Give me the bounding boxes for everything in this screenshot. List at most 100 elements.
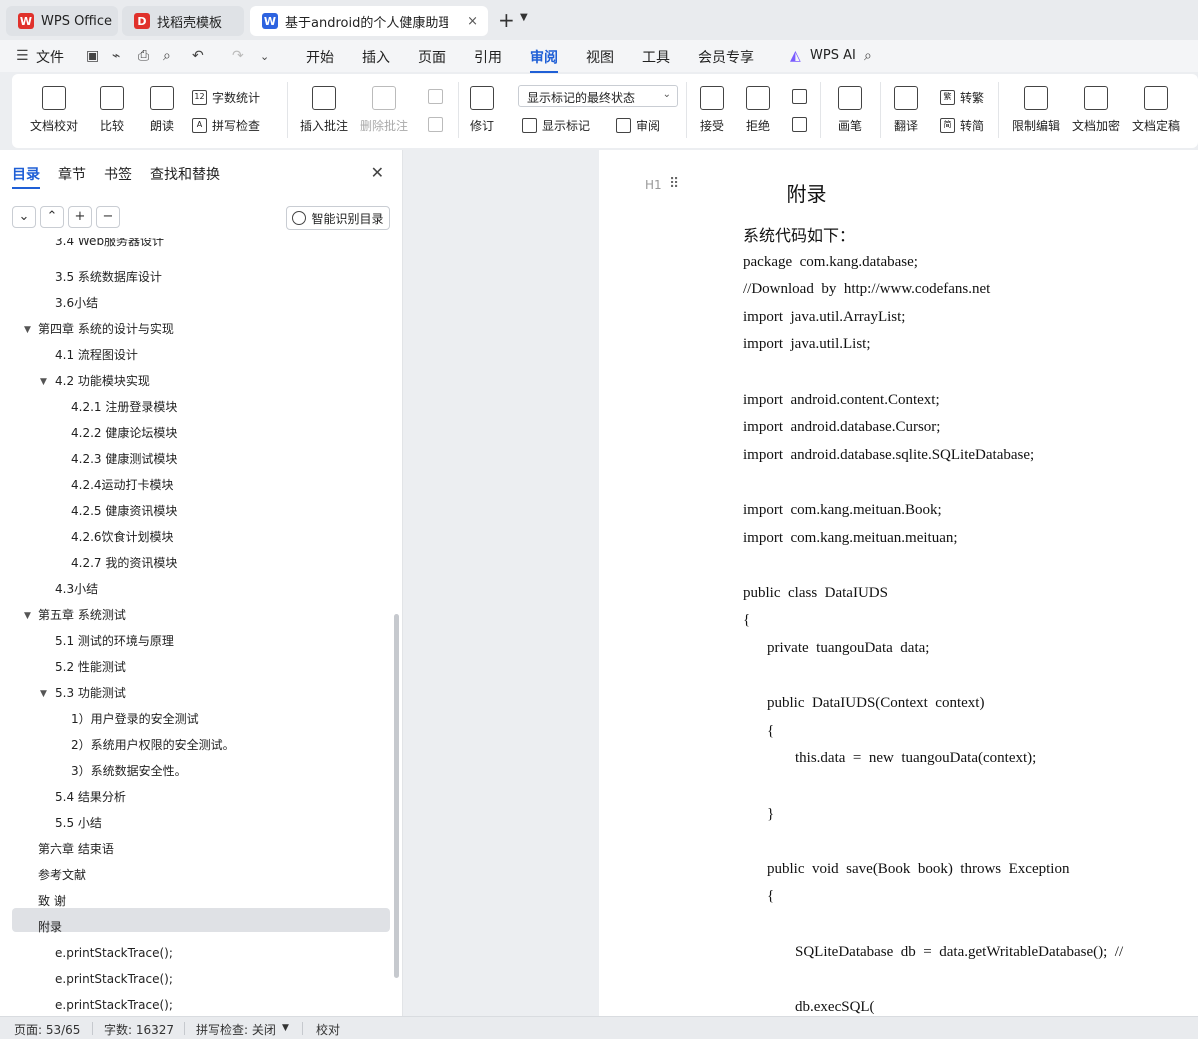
toc-item[interactable]: 2）系统用户权限的安全测试。 (71, 737, 235, 753)
toc-item[interactable]: 4.2.7 我的资讯模块 (71, 555, 177, 571)
toc-item[interactable]: 5.4 结果分析 (55, 789, 126, 805)
accept-button[interactable]: 接受 (700, 86, 724, 134)
tab-find-replace[interactable]: 查找和替换 (150, 164, 220, 184)
toc-item[interactable]: 3.4 Web服务器设计 (55, 238, 164, 248)
toc-scrollbar[interactable] (394, 614, 399, 978)
add-heading-button[interactable]: + (68, 206, 92, 228)
reject-button[interactable]: 拒绝 (746, 86, 770, 134)
word-count-indicator[interactable]: 字数: 16327 (104, 1021, 174, 1038)
document-page[interactable]: H1 ⠿ (599, 150, 1198, 1016)
encrypt-button[interactable]: 文档加密 (1072, 86, 1120, 134)
finalize-button[interactable]: 文档定稿 (1132, 86, 1180, 134)
restrict-edit-button[interactable]: 限制编辑 (1012, 86, 1060, 134)
toc-item[interactable]: 4.2 功能模块实现 (55, 373, 150, 389)
toc-collapse-arrow-icon[interactable]: ▼ (24, 608, 31, 624)
print-preview-icon[interactable]: ⌕ (163, 48, 171, 64)
tab-bookmarks[interactable]: 书签 (104, 164, 132, 184)
translate-button[interactable]: 翻译 (894, 86, 918, 134)
search-icon[interactable]: ⌕ (864, 48, 872, 64)
chevron-down-icon[interactable]: ▼ (282, 1023, 289, 1033)
toc-item[interactable]: e.printStackTrace(); (55, 945, 173, 961)
toc-item[interactable]: 4.2.4运动打卡模块 (71, 477, 174, 493)
toc-item[interactable]: e.printStackTrace(); (55, 971, 173, 987)
toc-item[interactable]: 5.1 测试的环境与原理 (55, 633, 174, 649)
page-indicator[interactable]: 页面: 53/65 (14, 1021, 80, 1038)
tab-toc[interactable]: 目录 (12, 164, 40, 189)
redo-icon[interactable]: ↷ (232, 48, 244, 64)
save-icon[interactable]: ▣ (86, 48, 99, 64)
prev-revision-button[interactable] (792, 89, 812, 104)
expand-down-button[interactable]: ⌄ (12, 206, 36, 228)
toc-item[interactable]: 4.2.1 注册登录模块 (71, 399, 177, 415)
toc-item[interactable]: 3.6小结 (55, 295, 98, 311)
tab-list-chevron-icon[interactable]: ▼ (520, 12, 528, 23)
to-simplified-button[interactable]: 简 转简 (940, 117, 984, 134)
toc-item[interactable]: 附录 (38, 919, 62, 935)
menu-page[interactable]: 页面 (418, 47, 446, 67)
menu-reference[interactable]: 引用 (474, 47, 502, 67)
delete-comment-button[interactable]: 删除批注 (360, 86, 408, 134)
display-mode-select[interactable]: 显示标记的最终状态 ⌄ (518, 85, 678, 107)
toc-item[interactable]: 5.5 小结 (55, 815, 102, 831)
toc-item[interactable]: 第五章 系统测试 (38, 607, 126, 623)
insert-comment-button[interactable]: 插入批注 (300, 86, 348, 134)
new-tab-plus-icon[interactable]: + (498, 8, 515, 32)
menu-view[interactable]: 视图 (586, 47, 614, 67)
menu-file[interactable]: 文件 (36, 47, 64, 67)
menu-insert[interactable]: 插入 (362, 47, 390, 67)
toc-item[interactable]: 4.3小结 (55, 581, 98, 597)
toc-item[interactable]: 4.2.5 健康资讯模块 (71, 503, 177, 519)
read-aloud-button[interactable]: 朗读 (150, 86, 174, 134)
close-tab-icon[interactable]: × (467, 14, 478, 29)
menu-membership[interactable]: 会员专享 (698, 47, 754, 67)
toc-item[interactable]: 第六章 结束语 (38, 841, 114, 857)
show-markup-button[interactable]: 显示标记 (522, 117, 590, 134)
proof-status[interactable]: 校对 (316, 1021, 340, 1038)
undo-icon[interactable]: ↶ (192, 48, 204, 64)
toc-item[interactable]: 5.2 性能测试 (55, 659, 126, 675)
tab-wps-office[interactable]: W WPS Office (6, 6, 118, 36)
revise-button[interactable]: 修订 (470, 86, 494, 134)
compare-button[interactable]: 比较 (100, 86, 124, 134)
toc-item[interactable]: 第四章 系统的设计与实现 (38, 321, 174, 337)
toc-item[interactable]: 4.2.6饮食计划模块 (71, 529, 174, 545)
toc-collapse-arrow-icon[interactable]: ▼ (40, 374, 47, 390)
prev-comment-button[interactable] (428, 89, 448, 104)
toc-item[interactable]: 5.3 功能测试 (55, 685, 126, 701)
smart-toc-button[interactable]: 智能识别目录 (286, 206, 390, 230)
tab-docer-templates[interactable]: D 找稻壳模板 (122, 6, 244, 36)
next-revision-button[interactable] (792, 117, 812, 132)
toc-collapse-arrow-icon[interactable]: ▼ (24, 322, 31, 338)
word-count-button[interactable]: 12 字数统计 (192, 89, 260, 106)
toc-item[interactable]: 3）系统数据安全性。 (71, 763, 187, 779)
toc-item[interactable]: e.printStackTrace(); (55, 997, 173, 1013)
toc-item[interactable]: 3.5 系统数据库设计 (55, 269, 162, 285)
more-chevron-icon[interactable]: ⌄ (260, 50, 269, 63)
remove-heading-button[interactable]: − (96, 206, 120, 228)
spell-check-button[interactable]: A 拼写检查 (192, 117, 260, 134)
spell-check-status[interactable]: 拼写检查: 关闭 (196, 1021, 276, 1038)
tab-sections[interactable]: 章节 (58, 164, 86, 184)
share-link-icon[interactable]: ⌁ (112, 48, 120, 64)
toc-collapse-arrow-icon[interactable]: ▼ (40, 686, 47, 702)
doc-proof-button[interactable]: 文档校对 (30, 86, 78, 134)
print-icon[interactable]: ⎙ (138, 48, 149, 64)
collapse-up-button[interactable]: ⌃ (40, 206, 64, 228)
pen-button[interactable]: 画笔 (838, 86, 862, 134)
toc-item[interactable]: 4.2.3 健康测试模块 (71, 451, 177, 467)
to-traditional-button[interactable]: 繁 转繁 (940, 89, 984, 106)
menu-wps-ai[interactable]: WPS AI (810, 48, 856, 63)
toc-item[interactable]: 4.1 流程图设计 (55, 347, 138, 363)
toc-item[interactable]: 4.2.2 健康论坛模块 (71, 425, 177, 441)
menu-tools[interactable]: 工具 (642, 47, 670, 67)
close-icon[interactable]: ✕ (371, 163, 384, 182)
toc-item[interactable]: 致 谢 (38, 893, 66, 909)
menu-review[interactable]: 审阅 (530, 47, 558, 73)
next-comment-button[interactable] (428, 117, 448, 132)
toc-item[interactable]: 参考文献 (38, 867, 86, 883)
review-pane-button[interactable]: 审阅 (616, 117, 660, 134)
tab-current-document[interactable]: W 基于android的个人健康助理设 × (250, 6, 488, 36)
menu-home[interactable]: 开始 (306, 47, 334, 67)
toc-item[interactable]: 1）用户登录的安全测试 (71, 711, 199, 727)
hamburger-menu-icon[interactable]: ☰ (16, 48, 29, 64)
